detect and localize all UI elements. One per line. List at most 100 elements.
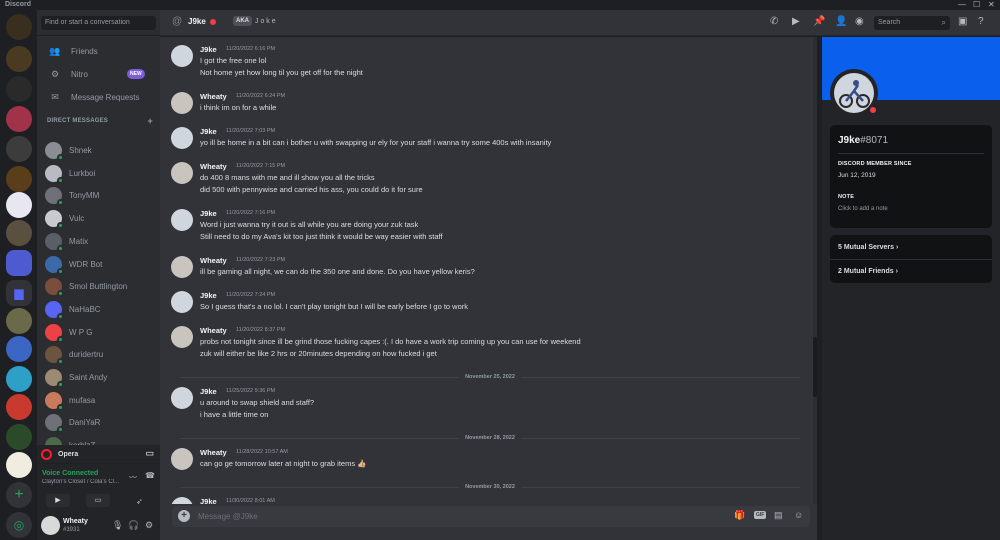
server-icon[interactable] xyxy=(6,220,32,246)
dm-item[interactable]: Lurkboi xyxy=(41,163,156,184)
emoji-icon[interactable]: ☺ xyxy=(794,510,803,520)
note-input[interactable]: Click to add a note xyxy=(838,206,888,212)
message-timestamp: 11/28/2022 10:57 AM xyxy=(236,449,288,455)
avatar[interactable] xyxy=(171,448,193,470)
nav-friends[interactable]: 👥 Friends xyxy=(41,41,156,61)
server-icon[interactable] xyxy=(6,136,32,162)
avatar[interactable] xyxy=(171,497,193,504)
avatar[interactable] xyxy=(41,516,60,535)
message-author[interactable]: J9ke xyxy=(200,291,217,300)
avatar[interactable] xyxy=(171,162,193,184)
sticker-icon[interactable]: ▤ xyxy=(774,510,783,521)
channel-name[interactable]: J9ke xyxy=(188,17,206,26)
user-profile-toggle-icon[interactable]: ◉ xyxy=(855,16,864,27)
headphones-icon[interactable]: 🎧 xyxy=(128,520,139,531)
minimize-button[interactable]: — xyxy=(958,0,966,9)
avatar[interactable] xyxy=(171,256,193,278)
dm-item[interactable]: NaHaBC xyxy=(41,299,156,320)
find-conversation-input[interactable]: Find or start a conversation xyxy=(41,16,156,30)
activity-bar[interactable]: Opera ▭ xyxy=(37,445,160,463)
dm-item[interactable]: Matix xyxy=(41,231,156,252)
create-dm-plus-icon[interactable]: + xyxy=(148,116,153,126)
nav-nitro[interactable]: ⚙ Nitro NEW xyxy=(41,64,156,84)
start-voice-call-icon[interactable]: ✆ xyxy=(770,16,778,27)
dm-item[interactable]: mufasa xyxy=(41,390,156,411)
server-icon[interactable] xyxy=(6,308,32,334)
message-author[interactable]: Wheaty xyxy=(200,326,227,335)
gear-icon[interactable]: ⚙ xyxy=(145,520,153,531)
screen-share-icon[interactable]: ▭ xyxy=(145,448,154,459)
server-icon[interactable] xyxy=(6,394,32,420)
message-author[interactable]: J9ke xyxy=(200,497,217,504)
avatar[interactable] xyxy=(171,209,193,231)
message-author[interactable]: J9ke xyxy=(200,45,217,54)
maximize-button[interactable]: ☐ xyxy=(973,0,980,9)
dm-item[interactable]: duridertru xyxy=(41,344,156,366)
dm-item[interactable]: Vulc xyxy=(41,208,156,230)
message-author[interactable]: Wheaty xyxy=(200,448,227,457)
add-friends-to-dm-icon[interactable]: 👤 xyxy=(835,16,847,27)
avatar[interactable] xyxy=(171,45,193,67)
dm-item[interactable]: TonyMM xyxy=(41,185,156,207)
screen-share-button[interactable]: ▭ xyxy=(86,494,110,507)
message-list[interactable]: J9ke 11/20/2022 6:16 PM I got the free one… xyxy=(160,37,817,504)
explore-compass-icon[interactable]: ◎ xyxy=(6,512,32,538)
message-text: ill be gaming all night, we can do the 3… xyxy=(200,267,475,276)
dm-item[interactable]: Shnek xyxy=(41,140,156,161)
microphone-icon[interactable]: 🎙 xyxy=(112,520,123,531)
disconnect-icon[interactable]: ☎ xyxy=(145,471,155,480)
avatar[interactable] xyxy=(171,291,193,313)
add-server-icon[interactable]: + xyxy=(6,482,32,508)
gift-icon[interactable]: 🎁 xyxy=(734,510,745,521)
gif-icon[interactable]: GIF xyxy=(754,511,767,519)
close-button[interactable]: ✕ xyxy=(988,0,995,9)
server-folder-icon[interactable] xyxy=(6,250,32,276)
mutual-servers-link[interactable]: 5 Mutual Servers › xyxy=(838,244,898,251)
dm-item[interactable]: W P G xyxy=(41,322,156,343)
message-author[interactable]: J9ke xyxy=(200,387,217,396)
message-author[interactable]: Wheaty xyxy=(200,256,227,265)
avatar[interactable] xyxy=(171,387,193,409)
noise-suppression-icon[interactable]: 〰 xyxy=(129,472,137,483)
message-author[interactable]: J9ke xyxy=(200,127,217,136)
server-icon[interactable] xyxy=(6,424,32,450)
server-icon[interactable] xyxy=(6,452,32,478)
activity-rocket-icon[interactable]: ➶ xyxy=(136,497,143,506)
avatar[interactable] xyxy=(171,92,193,114)
server-icon[interactable] xyxy=(6,166,32,192)
help-icon[interactable]: ? xyxy=(978,16,984,27)
avatar[interactable] xyxy=(171,127,193,149)
server-icon[interactable] xyxy=(6,366,32,392)
dm-item[interactable]: Smol Buttlington xyxy=(41,276,156,298)
voice-channel-link[interactable]: Clayton's Closet / Cola's Cl... xyxy=(42,479,122,485)
nav-message-requests[interactable]: ✉ Message Requests xyxy=(41,87,156,107)
server-icon[interactable] xyxy=(6,76,32,102)
dm-item[interactable]: DaniYaR xyxy=(41,412,156,434)
upload-plus-icon[interactable]: + xyxy=(178,510,190,522)
folder-icon[interactable]: ▆ xyxy=(6,280,32,306)
server-icon[interactable] xyxy=(6,46,32,72)
server-icon[interactable] xyxy=(6,336,32,362)
scrollbar-thumb[interactable] xyxy=(813,337,817,397)
search-input[interactable]: Search ⌕ xyxy=(874,16,950,30)
profile-avatar[interactable] xyxy=(830,69,878,117)
start-video-call-icon[interactable]: ▶ xyxy=(792,16,800,27)
avatar[interactable] xyxy=(171,326,193,348)
server-icon[interactable] xyxy=(6,106,32,132)
dm-item[interactable]: WDR Bot xyxy=(41,254,156,275)
message-author[interactable]: Wheaty xyxy=(200,162,227,171)
message-text: i have a little time on xyxy=(200,410,269,419)
message-input[interactable] xyxy=(198,510,698,523)
video-button[interactable]: ▶ xyxy=(46,494,70,507)
server-icon[interactable] xyxy=(6,192,32,218)
message-author[interactable]: Wheaty xyxy=(200,92,227,101)
inbox-icon[interactable]: ▣ xyxy=(958,16,967,27)
dm-item[interactable]: Saint Andy xyxy=(41,367,156,388)
message-text: So I guess that's a no lol. I can't play… xyxy=(200,302,469,311)
message-author[interactable]: J9ke xyxy=(200,209,217,218)
mutual-friends-link[interactable]: 2 Mutual Friends › xyxy=(838,268,898,275)
message-composer[interactable]: + 🎁 GIF ▤ ☺ xyxy=(172,506,810,527)
pinned-messages-icon[interactable]: 📌 xyxy=(813,16,825,27)
scrollbar[interactable] xyxy=(813,37,817,504)
server-icon[interactable] xyxy=(6,14,32,40)
